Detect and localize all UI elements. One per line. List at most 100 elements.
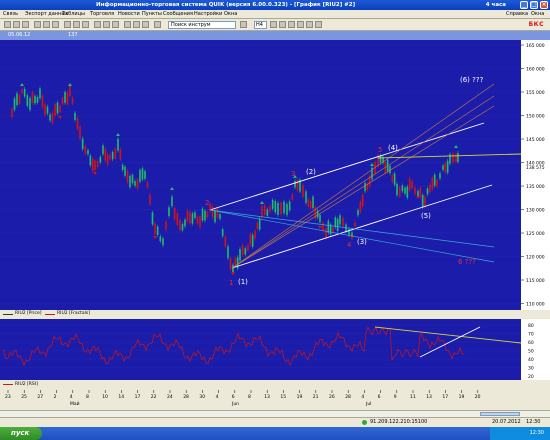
toolbar-button[interactable]	[112, 21, 119, 28]
search-icon[interactable]	[154, 21, 161, 28]
time-tick-label: 21	[313, 394, 319, 400]
candle-body	[66, 92, 69, 105]
candle-body	[366, 184, 369, 191]
menu-news[interactable]: Новости	[118, 11, 140, 18]
candle-body	[46, 106, 49, 114]
candle-body	[280, 202, 282, 215]
start-button[interactable]: пуск	[0, 427, 42, 440]
red-wave-label: 5	[378, 146, 382, 154]
menu-connection[interactable]: Связь	[3, 11, 18, 18]
time-tick-label: 4	[361, 394, 364, 400]
legend-fractals: RIU2 [Fractals]	[57, 311, 91, 316]
candle-body	[332, 227, 334, 232]
toolbar-button[interactable]	[64, 21, 71, 28]
candle-body	[69, 85, 71, 96]
toolbar-button[interactable]	[82, 21, 89, 28]
toolbar-button[interactable]	[103, 21, 110, 28]
candle-body	[29, 98, 31, 110]
toolbar-button[interactable]	[133, 21, 140, 28]
rsi-tick-label: 50	[528, 349, 534, 355]
time-tick-label: 17	[442, 394, 448, 400]
candle-body	[396, 183, 398, 196]
menu-messages[interactable]: Сообщения	[163, 11, 193, 18]
time-tick-label: 13	[426, 394, 432, 400]
toolbar-button[interactable]	[297, 21, 304, 28]
time-tick-label: 6	[378, 394, 381, 400]
fractal-down-arrow	[153, 236, 157, 239]
candle-body	[339, 215, 341, 225]
menu-help[interactable]: Справка	[506, 11, 528, 18]
candle-body	[131, 174, 134, 184]
search-input[interactable]: Поиск инструм	[168, 21, 236, 29]
toolbar-button[interactable]	[306, 21, 313, 28]
price-scale: 165 000 160 000 155 000 150 000 145 000 140 0…	[521, 40, 550, 310]
candle-body	[23, 88, 26, 97]
toolbar-button[interactable]	[142, 21, 149, 28]
price-tick-label: 115 000	[526, 278, 545, 284]
candle-body	[263, 205, 266, 215]
menu-settings[interactable]: Настройки	[194, 11, 222, 18]
candle-body	[144, 171, 146, 179]
connection-status: 91.209.122.210:15100	[370, 419, 428, 425]
interval-select[interactable]: H4	[254, 21, 267, 29]
horizontal-scrollbar[interactable]	[0, 410, 550, 417]
candle-body	[96, 160, 99, 168]
candle-body	[424, 196, 426, 207]
fractal-up-arrow	[116, 133, 120, 136]
toolbar-button[interactable]	[240, 21, 247, 28]
toolbar-button[interactable]	[43, 21, 50, 28]
candle-body	[391, 175, 394, 182]
toolbar-button[interactable]	[315, 21, 322, 28]
maximize-button[interactable]: □	[530, 1, 538, 9]
candle-body	[194, 212, 196, 218]
candle-body	[136, 179, 139, 189]
time-tick-label: 19	[459, 394, 465, 400]
toolbar-button[interactable]	[34, 21, 41, 28]
toolbar-button[interactable]	[4, 21, 11, 28]
candle-body	[325, 228, 327, 238]
toolbar-button[interactable]	[124, 21, 131, 28]
toolbar-button[interactable]	[288, 21, 295, 28]
toolbar-button[interactable]	[52, 21, 59, 28]
price-tick-label: 110 000	[526, 302, 545, 308]
menu-tables[interactable]: Таблицы	[62, 11, 85, 18]
candle-body	[61, 97, 64, 105]
menu-windows[interactable]: Окна	[224, 11, 237, 18]
close-button[interactable]: ×	[540, 1, 548, 9]
toolbar-button[interactable]	[279, 21, 286, 28]
candle-body	[89, 155, 92, 166]
price-chart-panel[interactable]: (1) (2) (3) (4) (5) (6) ??? 1 2 3 4 5 6 ???	[0, 40, 522, 310]
rsi-scale: 80 70 60 50 40 30 20	[521, 319, 550, 380]
fractal-up-arrow	[20, 83, 24, 86]
rsi-panel[interactable]	[0, 319, 522, 380]
menu-points[interactable]: Пункты	[142, 11, 162, 18]
candle-body	[216, 208, 219, 218]
candle-body	[261, 206, 263, 218]
toolbar-button[interactable]	[22, 21, 29, 28]
toolbar-button[interactable]	[73, 21, 80, 28]
toolbar-button[interactable]	[94, 21, 101, 28]
candle-body	[34, 95, 36, 104]
menu-trading[interactable]: Торговля	[90, 11, 114, 18]
menu-windows-right[interactable]: Окна	[531, 11, 544, 18]
candle-body	[94, 160, 96, 170]
taskbar: пуск 12:30	[0, 427, 550, 440]
candle-body	[354, 222, 356, 227]
candle-body	[171, 196, 173, 207]
toolbar-button[interactable]	[13, 21, 20, 28]
scroll-thumb[interactable]	[480, 412, 520, 416]
toolbar-button[interactable]	[270, 21, 277, 28]
candle-body	[288, 201, 291, 211]
time-tick-label: 4	[70, 394, 73, 400]
candle-body	[149, 194, 151, 205]
time-tick-label: 15	[280, 394, 286, 400]
minimize-button[interactable]: _	[520, 1, 528, 9]
legend-line-icon	[3, 314, 13, 315]
fractal-down-arrow	[318, 226, 322, 229]
candle-body	[357, 210, 359, 216]
current-price-label: 138 575	[526, 165, 545, 171]
time-tick-label: 10	[102, 394, 108, 400]
time-tick-label: 28	[345, 394, 351, 400]
rsi-tick-label: 40	[528, 357, 534, 363]
price-tick-label: 150 000	[526, 114, 545, 120]
